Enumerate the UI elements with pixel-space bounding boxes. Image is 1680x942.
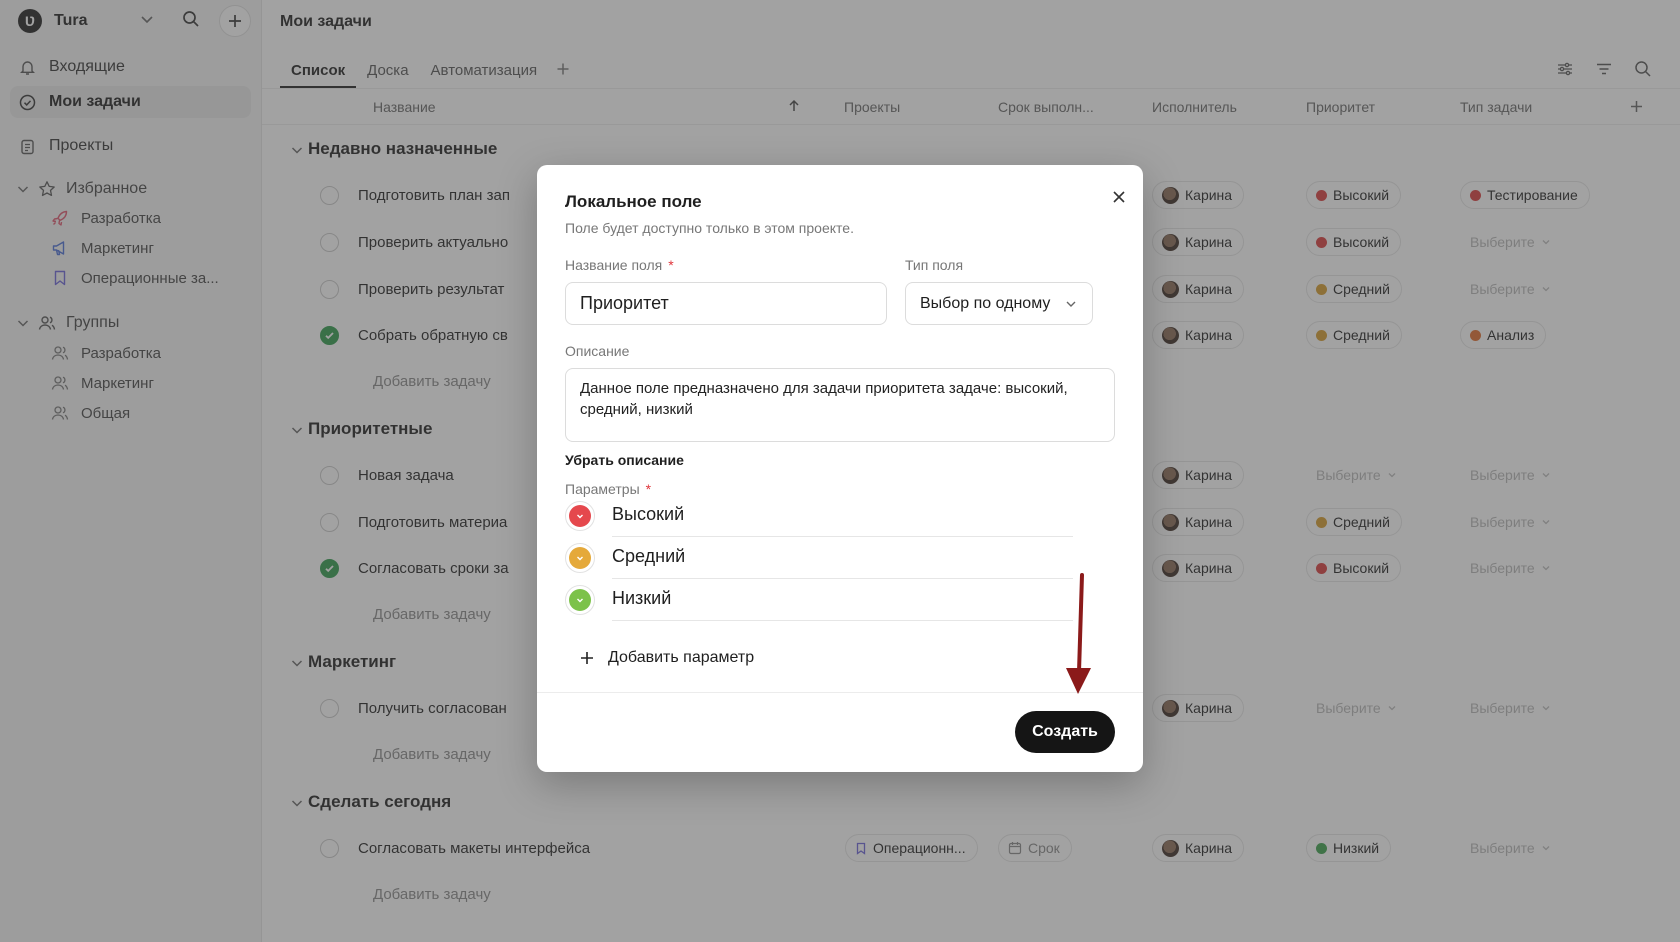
field-type-label: Тип поля: [905, 257, 964, 273]
param-color-picker[interactable]: [565, 501, 595, 531]
param-color-dot: [569, 505, 591, 527]
add-param-button[interactable]: Добавить параметр: [580, 649, 754, 667]
field-name-label: Название поля *: [565, 257, 674, 273]
divider: [537, 692, 1143, 693]
create-button[interactable]: Создать: [1015, 711, 1115, 753]
description-label: Описание: [565, 343, 630, 359]
plus-icon: [581, 652, 593, 664]
field-type-value: Выбор по одному: [920, 294, 1051, 312]
close-button[interactable]: [1107, 185, 1131, 209]
param-option[interactable]: Низкий: [565, 579, 1073, 621]
param-color-picker[interactable]: [565, 543, 595, 573]
dialog-subtitle: Поле будет доступно только в этом проект…: [565, 220, 854, 236]
param-color-picker[interactable]: [565, 585, 595, 615]
field-type-select[interactable]: Выбор по одному: [905, 282, 1093, 325]
chevron-down-icon: [577, 598, 583, 603]
add-param-label: Добавить параметр: [608, 649, 755, 666]
param-option[interactable]: Высокий: [565, 495, 1073, 537]
dialog-title: Локальное поле: [565, 192, 702, 211]
chevron-down-icon: [577, 514, 583, 519]
param-label[interactable]: Низкий: [612, 588, 671, 609]
chevron-down-icon: [577, 556, 583, 561]
field-name-input[interactable]: Приоритет: [565, 282, 887, 325]
param-label[interactable]: Средний: [612, 546, 685, 567]
local-field-dialog: Локальное поле Поле будет доступно тольк…: [537, 165, 1143, 772]
param-option[interactable]: Средний: [565, 537, 1073, 579]
param-color-dot: [569, 589, 591, 611]
description-textarea[interactable]: Данное поле предназначено для задачи при…: [565, 368, 1115, 442]
param-color-dot: [569, 547, 591, 569]
remove-description-link[interactable]: Убрать описание: [565, 452, 684, 468]
chevron-down-icon: [1066, 301, 1076, 307]
param-label[interactable]: Высокий: [612, 504, 684, 525]
close-icon: [1113, 191, 1125, 203]
divider: [612, 620, 1073, 621]
